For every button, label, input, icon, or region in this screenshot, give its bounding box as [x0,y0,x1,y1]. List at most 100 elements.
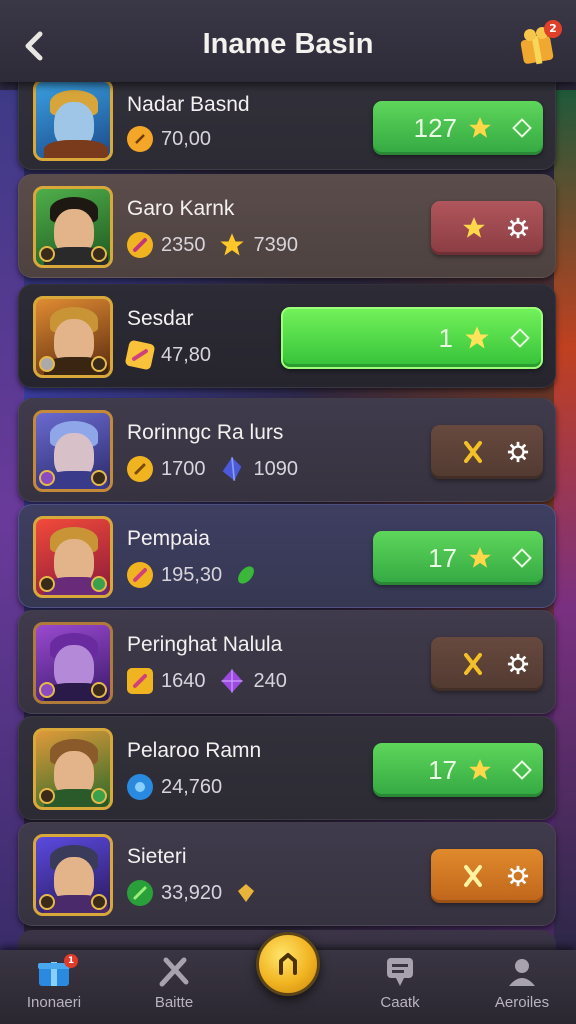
crossed-swords-icon [464,441,482,463]
gift-box-icon: 1 [36,954,78,988]
list-item[interactable]: Peringhat Nalula 1640 240 [18,610,556,714]
list-item[interactable]: Sesdar 47,80 1 [18,284,556,388]
stats: 1700 1090 [127,455,310,483]
swords-icon [156,956,192,988]
diamond-icon [510,328,530,348]
leaf-gem-icon [238,566,255,584]
star-icon [469,117,491,138]
action-count: 17 [428,542,457,573]
avatar [33,834,113,916]
home-button[interactable] [256,932,320,996]
list-item[interactable]: Pelaroo Ramn 24,760 17 [18,716,556,820]
stat-value: 1700 [161,457,206,480]
action-count: 1 [438,322,453,353]
hero-name: Sieteri [127,845,187,868]
crystal-purple-icon [221,669,242,693]
list-item[interactable]: Garo Karnk 2350 7390 [18,174,556,278]
gear-icon [507,865,529,887]
page-title: Iname Basin [202,28,374,60]
stat-value-2: 1090 [253,457,299,480]
gem-pink-icon [127,232,153,258]
avatar [33,728,113,810]
hero-name: Nadar Basnd [127,93,250,116]
action-button[interactable] [431,849,543,903]
coin-icon [127,456,153,482]
nav-label: Baitte [154,994,194,1011]
hero-name: Peringhat Nalula [127,633,283,656]
gem-gold-icon [127,668,153,694]
gem-pink-icon [127,562,153,588]
leaf-icon [127,880,153,906]
avatar [33,516,113,598]
stat-value-2: 240 [253,669,287,692]
action-button[interactable] [431,637,543,691]
star-icon [465,326,489,349]
star-icon [469,547,491,568]
list-item[interactable]: Pempaia 195,30 17 [18,504,556,608]
list-item[interactable]: Nadar Basnd 70,00 127 [18,70,556,170]
rewards-button[interactable]: 2 [516,20,562,66]
profile-icon [504,956,540,988]
hero-name: Sesdar [127,307,194,330]
stat-value: 70,00 [161,127,212,150]
nav-label: Aeroiles [494,994,550,1011]
stat-value: 2350 [161,233,206,256]
orb-blue-icon [127,774,153,800]
stats: 2350 7390 [127,231,310,259]
nav-item-chat[interactable]: Caatk [350,956,450,1020]
action-button[interactable]: 127 [373,101,543,155]
diamond-icon [512,760,532,780]
stats: 47,80 [124,339,223,371]
stat-value: 24,760 [161,775,223,798]
action-button[interactable] [431,201,543,255]
coin-icon [127,126,153,152]
nav-item-profile[interactable]: Aeroiles [472,956,572,1020]
crossed-swords-icon [464,653,482,675]
avatar [33,296,113,378]
stat-value: 33,920 [161,881,223,904]
stats: 33,920 [127,879,258,907]
hero-name: Rorinngc Ra lurs [127,421,284,444]
avatar [33,79,113,161]
crossed-swords-icon [464,865,482,887]
action-button[interactable]: 1 [281,307,543,369]
stats: 70,00 [127,125,223,153]
action-button[interactable]: 17 [373,531,543,585]
action-count: 127 [413,112,457,143]
background-art-right [554,90,576,950]
stat-value-2: 7390 [253,233,299,256]
list-item[interactable]: Sieteri 33,920 [18,822,556,926]
stats: 195,30 [127,561,258,589]
star-icon [469,759,491,780]
stat-value: 1640 [161,669,206,692]
gear-icon [507,217,529,239]
nav-item-gifts[interactable]: 1 Inonaeri [4,954,104,1020]
list-item[interactable]: Rorinngc Ra lurs 1700 1090 [18,398,556,502]
stats: 24,760 [127,773,234,801]
nav-item-battle[interactable]: Baitte [124,956,224,1020]
hero-name: Pelaroo Ramn [127,739,262,762]
action-button[interactable] [431,425,543,479]
notification-badge: 1 [64,954,78,968]
bottom-nav: 1 Inonaeri Baitte Caatk Aeroiles [0,932,576,1024]
star-icon [219,233,244,256]
gear-icon [507,653,529,675]
avatar [33,186,113,268]
chat-icon [382,956,418,988]
stat-value: 47,80 [161,343,212,366]
avatar [33,410,113,492]
diamond-icon [512,118,532,138]
crystal-blue-icon [222,457,241,481]
home-icon [279,953,297,975]
gem-gold-icon [124,339,156,371]
hero-name: Garo Karnk [127,197,235,220]
action-button[interactable]: 17 [373,743,543,797]
nav-label: Inonaeri [26,994,82,1011]
diamond-icon [512,548,532,568]
nav-label: Caatk [380,994,420,1011]
action-count: 17 [428,754,457,785]
notification-badge: 2 [544,20,562,38]
star-icon [463,217,485,238]
gear-icon [507,441,529,463]
hero-name: Pempaia [127,527,210,550]
